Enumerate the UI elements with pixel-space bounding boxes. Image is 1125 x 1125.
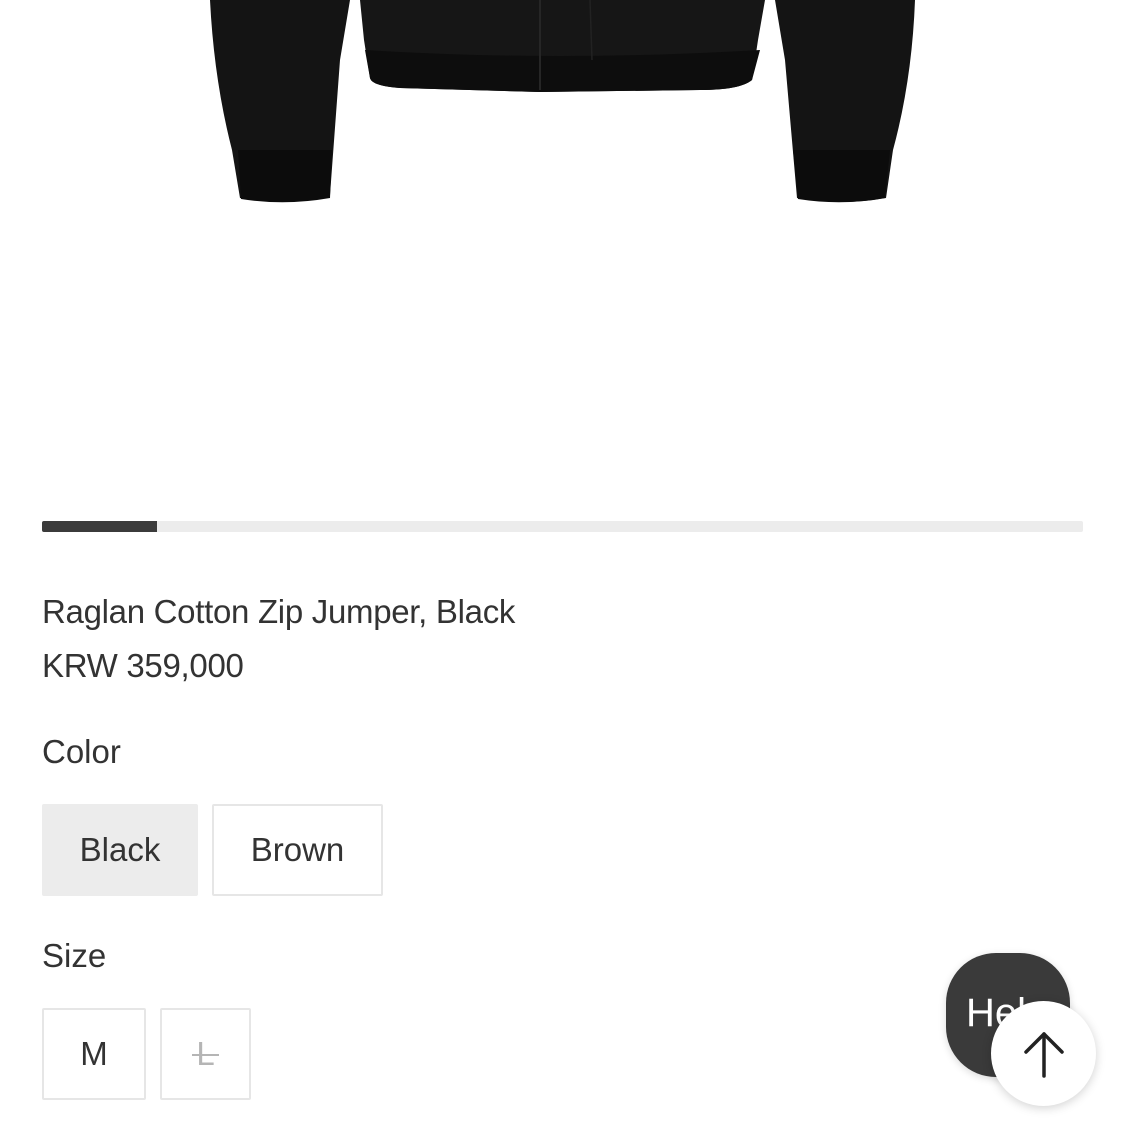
size-label: Size (42, 937, 107, 974)
scroll-to-top-button[interactable] (991, 1001, 1096, 1106)
color-option-black[interactable]: Black (42, 804, 198, 896)
size-option-l-unavailable[interactable]: L (160, 1008, 251, 1100)
gallery-progress-bar[interactable] (42, 521, 1083, 532)
color-label: Color (42, 733, 121, 770)
arrow-up-icon (1023, 1031, 1064, 1078)
size-option-label: M (80, 1035, 108, 1072)
product-title: Raglan Cotton Zip Jumper, Black (42, 593, 516, 630)
product-price: KRW 359,000 (42, 647, 244, 684)
color-option-brown[interactable]: Brown (212, 804, 383, 896)
size-option-label: L (192, 1035, 220, 1072)
size-option-m[interactable]: M (42, 1008, 146, 1100)
product-image[interactable] (0, 0, 1125, 500)
color-option-label: Black (79, 831, 161, 868)
color-option-label: Brown (250, 831, 345, 868)
jacket-product-image (210, 0, 915, 203)
product-page: Raglan Cotton Zip Jumper, Black KRW 359,… (0, 0, 1125, 1125)
gallery-progress-fill (42, 521, 157, 532)
